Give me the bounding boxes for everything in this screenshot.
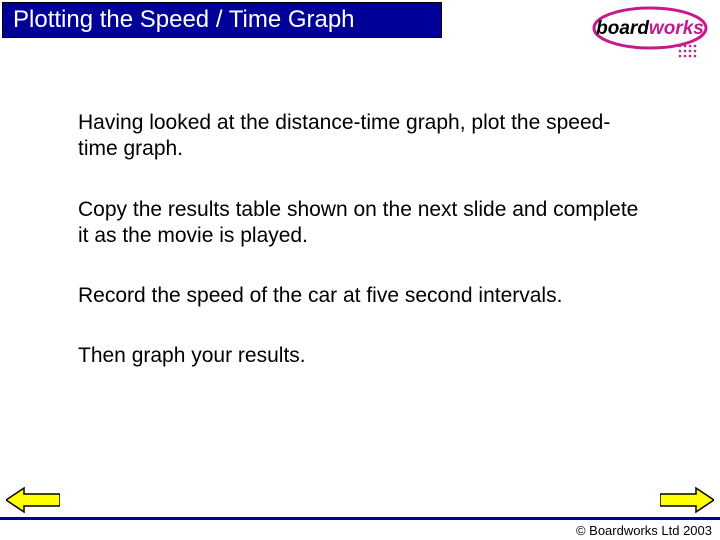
- title-bar: Plotting the Speed / Time Graph: [2, 2, 442, 38]
- copyright-text: © Boardworks Ltd 2003: [576, 523, 712, 538]
- paragraph-2: Copy the results table shown on the next…: [78, 197, 648, 250]
- previous-arrow-icon[interactable]: [6, 486, 60, 514]
- svg-text:boardworks: boardworks: [596, 18, 704, 39]
- footer-divider: [0, 517, 720, 520]
- brand-logo: boardworks: [590, 4, 710, 60]
- next-arrow-icon[interactable]: [660, 486, 714, 514]
- paragraph-3: Record the speed of the car at five seco…: [78, 283, 648, 309]
- page-title: Plotting the Speed / Time Graph: [13, 6, 355, 34]
- logo-text-prefix: board: [596, 18, 649, 39]
- body-content: Having looked at the distance-time graph…: [78, 110, 648, 404]
- logo-text-suffix: works: [649, 18, 704, 39]
- paragraph-4: Then graph your results.: [78, 343, 648, 369]
- paragraph-1: Having looked at the distance-time graph…: [78, 110, 648, 163]
